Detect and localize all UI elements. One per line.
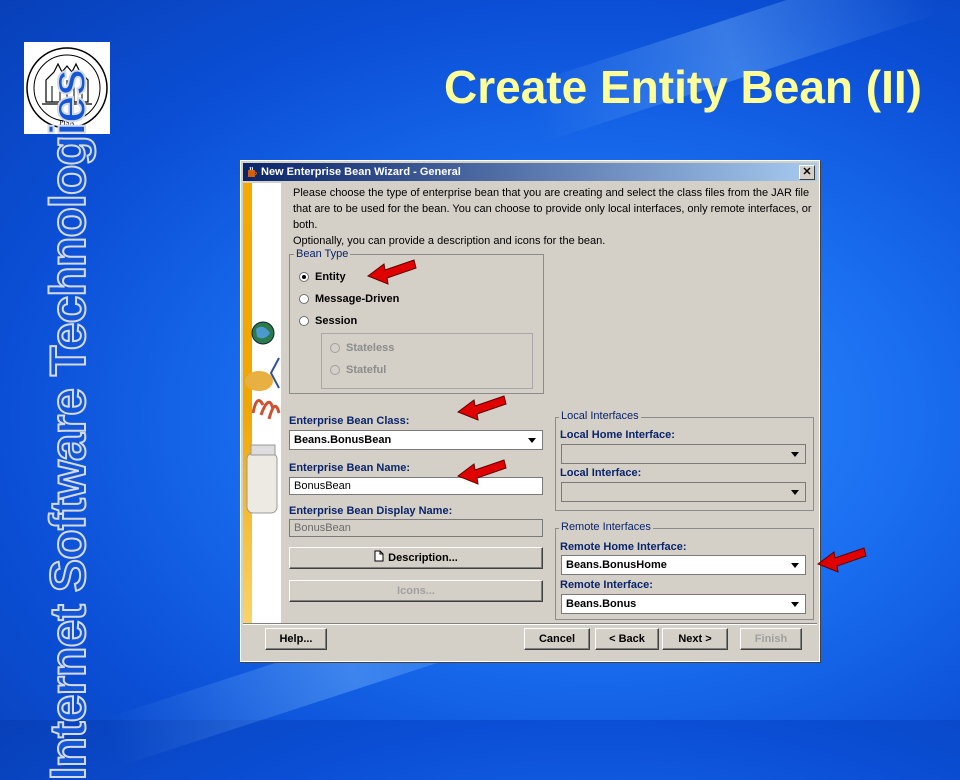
instruction-line: Please choose the type of enterprise bea…	[293, 187, 810, 199]
remote-home-combo[interactable]: Beans.BonusHome	[561, 555, 806, 575]
annotation-arrow	[816, 547, 867, 573]
wizard-dialog: New Enterprise Bean Wizard - General ✕ P…	[240, 160, 820, 662]
bean-class-combo[interactable]: Beans.BonusBean	[289, 430, 543, 450]
radio-session[interactable]: Session	[299, 315, 357, 327]
chevron-down-icon[interactable]	[791, 490, 799, 495]
finish-button[interactable]: Finish	[740, 628, 802, 650]
chevron-down-icon[interactable]	[791, 563, 799, 568]
remote-interface-value: Beans.Bonus	[566, 598, 637, 610]
radio-message-driven-label: Message-Driven	[315, 293, 400, 305]
bean-type-label: Bean Type	[294, 248, 351, 260]
radio-session-label: Session	[315, 315, 358, 327]
annotation-arrow	[456, 395, 507, 421]
next-button[interactable]: Next >	[662, 628, 728, 650]
coffee-cup-icon	[248, 166, 257, 177]
chevron-down-icon[interactable]	[791, 602, 799, 607]
display-name-label: Enterprise Bean Display Name:	[289, 505, 453, 517]
radio-stateless-dot[interactable]	[330, 343, 340, 353]
local-home-combo[interactable]	[561, 444, 806, 464]
local-home-label: Local Home Interface:	[560, 429, 675, 441]
cancel-button[interactable]: Cancel	[524, 628, 590, 650]
remote-interfaces-label: Remote Interfaces	[559, 521, 653, 533]
slide-title: Create Entity Bean (II)	[444, 61, 922, 113]
document-icon	[374, 550, 384, 562]
radio-stateless[interactable]: Stateless	[330, 342, 394, 354]
side-title-text: Internet Software Technologies	[39, 69, 97, 780]
wizard-side-graphic	[243, 183, 281, 623]
instruction-line: that are to be used for the bean. You ca…	[293, 203, 812, 215]
icons-button[interactable]: Icons...	[289, 580, 543, 602]
radio-entity-label: Entity	[315, 271, 346, 283]
button-separator	[243, 623, 817, 625]
local-interfaces-label: Local Interfaces	[559, 410, 641, 422]
bean-class-value: Beans.BonusBean	[294, 434, 392, 446]
description-button[interactable]: Description...	[289, 547, 543, 569]
radio-message-driven[interactable]: Message-Driven	[299, 293, 399, 305]
radio-stateless-label: Stateless	[346, 342, 395, 354]
instruction-line: both.	[293, 219, 318, 231]
side-graphic-illustration	[245, 321, 281, 514]
local-interface-label: Local Interface:	[560, 467, 642, 479]
close-button[interactable]: ✕	[799, 165, 815, 180]
local-interface-combo[interactable]	[561, 482, 806, 502]
remote-interface-label: Remote Interface:	[560, 579, 653, 591]
radio-stateful[interactable]: Stateful	[330, 364, 386, 376]
chevron-down-icon[interactable]	[528, 438, 536, 443]
radio-message-driven-dot[interactable]	[299, 294, 309, 304]
side-title: Internet Software Technologies	[18, 69, 118, 780]
help-button[interactable]: Help...	[265, 628, 327, 650]
radio-entity[interactable]: Entity	[299, 271, 346, 283]
bean-name-label: Enterprise Bean Name:	[289, 462, 411, 474]
instruction-line: Optionally, you can provide a descriptio…	[293, 235, 606, 247]
radio-stateful-label: Stateful	[346, 364, 387, 376]
display-name-input[interactable]: BonusBean	[289, 519, 543, 537]
remote-interface-combo[interactable]: Beans.Bonus	[561, 594, 806, 614]
annotation-arrow	[366, 259, 417, 285]
radio-stateful-dot[interactable]	[330, 365, 340, 375]
remote-home-label: Remote Home Interface:	[560, 541, 687, 553]
annotation-arrow	[456, 459, 507, 485]
remote-home-value: Beans.BonusHome	[566, 559, 667, 571]
dialog-titlebar[interactable]: New Enterprise Bean Wizard - General ✕	[243, 163, 817, 181]
radio-entity-dot[interactable]	[299, 272, 309, 282]
chevron-down-icon[interactable]	[791, 452, 799, 457]
bean-class-label: Enterprise Bean Class:	[289, 415, 410, 427]
dialog-title: New Enterprise Bean Wizard - General	[261, 166, 461, 178]
back-button[interactable]: < Back	[595, 628, 659, 650]
description-button-label: Description...	[388, 552, 458, 564]
radio-session-dot[interactable]	[299, 316, 309, 326]
